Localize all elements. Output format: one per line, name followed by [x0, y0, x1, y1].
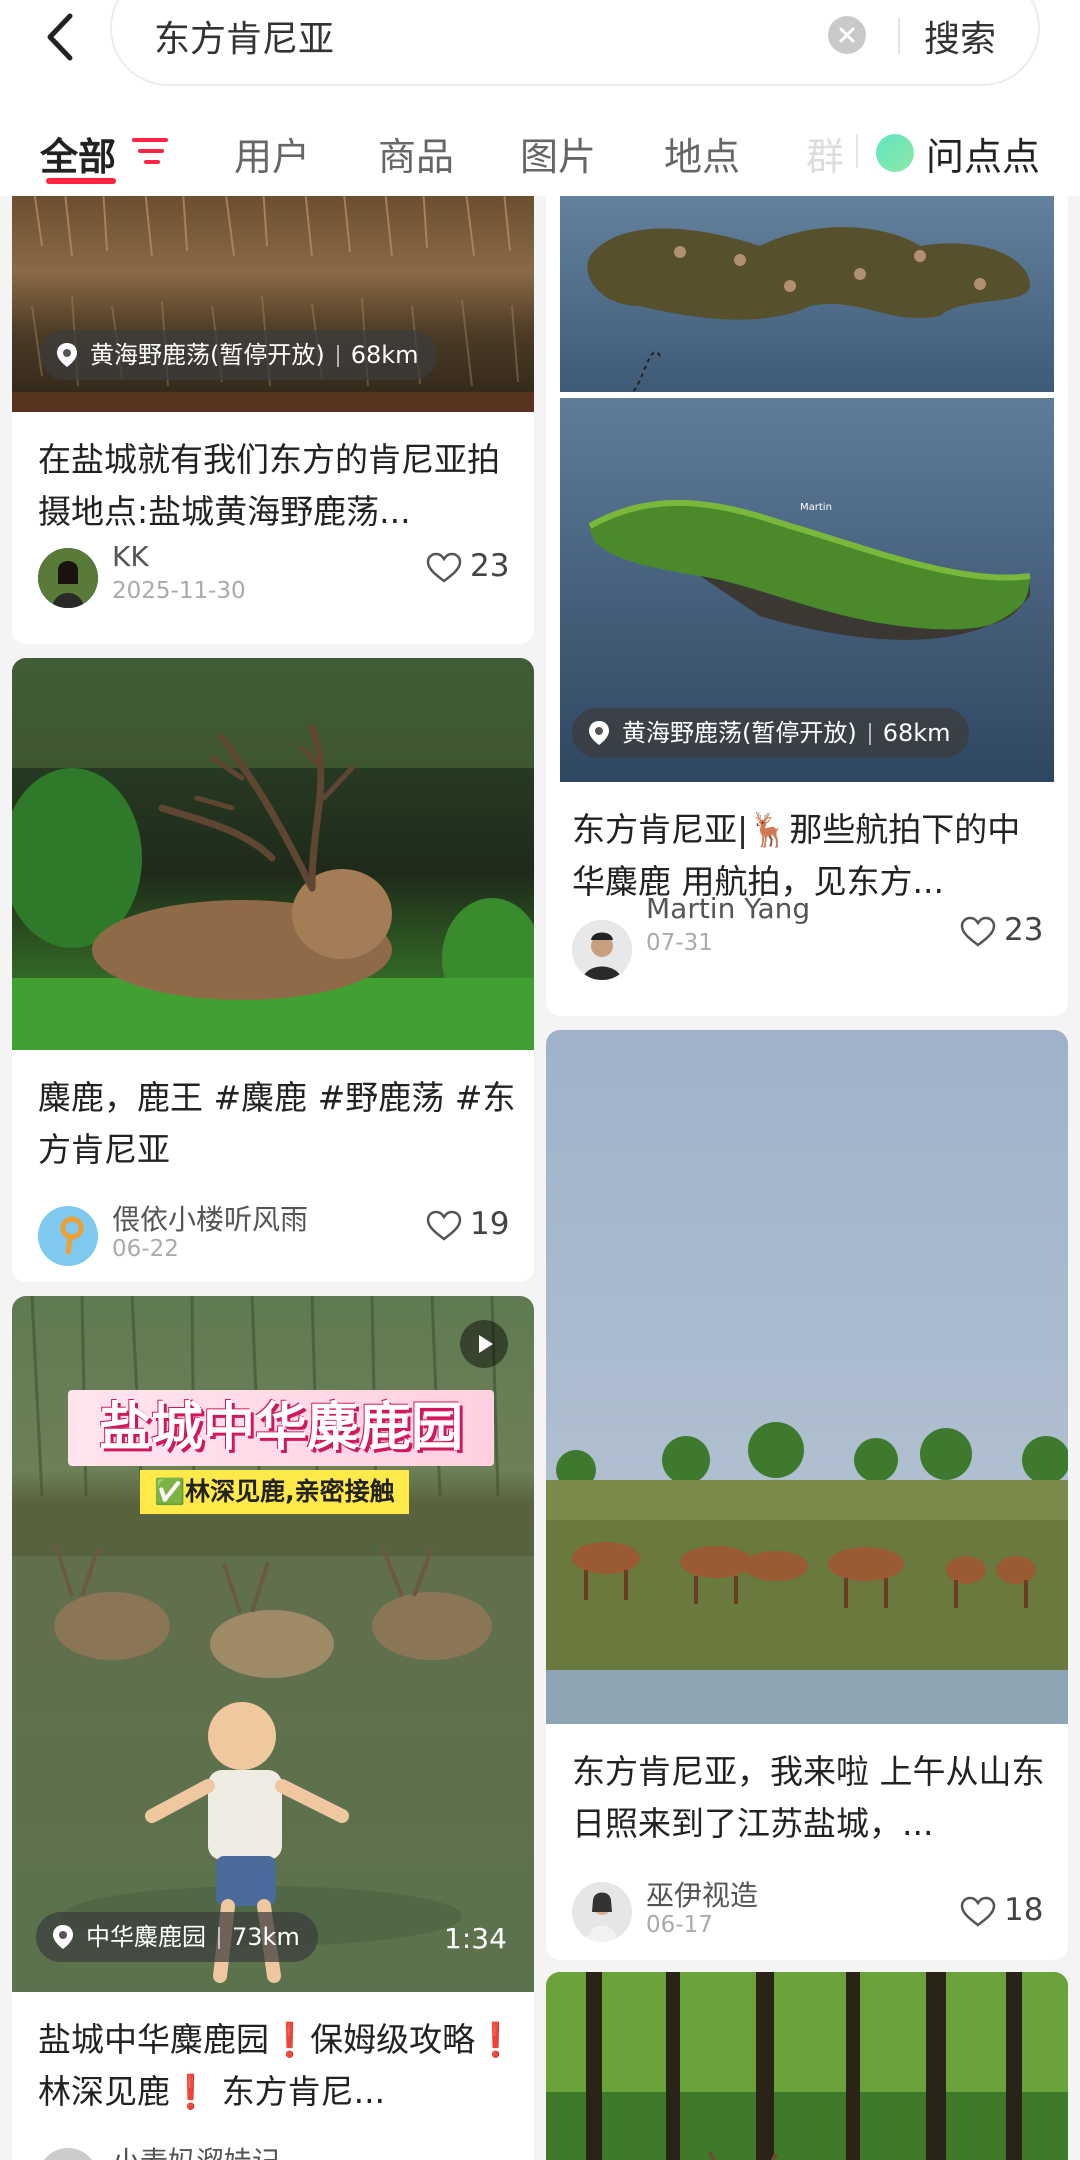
badge-divider	[336, 345, 339, 367]
note-title: 在盐城就有我们东方的肯尼亚拍摄地点:盐城黄海野鹿荡...	[38, 440, 500, 531]
like-button[interactable]: 19	[426, 1206, 526, 1246]
like-button[interactable]: 18	[960, 1892, 1060, 1932]
location-name: 中华麋鹿园	[86, 1923, 206, 1951]
like-count: 18	[1004, 1892, 1044, 1928]
like-button[interactable]: 23	[960, 912, 1060, 952]
note-card[interactable]: Martin Martin 黄海野鹿荡(暂停开放) 68km 东方肯尼亚|🦌那些航…	[546, 196, 1068, 1016]
note-card[interactable]: 东方肯尼亚，我来啦 上午从山东日照来到了江苏盐城，... 巫伊视造 06-17 …	[546, 1030, 1068, 1960]
note-date: 06-17	[646, 1912, 713, 1938]
location-name: 黄海野鹿荡(暂停开放)	[622, 719, 857, 747]
location-pin-icon	[57, 343, 77, 367]
tab-places[interactable]: 地点	[664, 126, 740, 181]
like-count: 23	[470, 548, 510, 584]
avatar[interactable]	[572, 1882, 632, 1942]
avatar[interactable]	[38, 548, 98, 608]
active-tab-underline	[46, 178, 116, 184]
results-feed: 黄海野鹿荡(暂停开放) 68km 在盐城就有我们东方的肯尼亚拍摄地点:盐城黄海野鹿…	[0, 196, 1080, 2160]
note-image	[12, 658, 534, 1050]
cover-title: 盐城中华麋鹿园	[68, 1390, 494, 1466]
tab-users[interactable]: 用户	[234, 126, 310, 181]
author-name[interactable]: 偎依小楼听风雨	[112, 1198, 308, 1238]
filter-icon[interactable]	[132, 136, 168, 166]
like-button[interactable]: 23	[426, 548, 526, 588]
back-button[interactable]	[40, 10, 80, 64]
note-title: 东方肯尼亚|🦌那些航拍下的中华麋鹿 用航拍，见东方...	[572, 810, 1021, 901]
search-results-screen: 东方肯尼亚 搜索 全部 用户 商品 图片 地点 群 问点点 黄海野鹿荡(暂停开放…	[0, 0, 1080, 2160]
note-image	[546, 1972, 1068, 2160]
like-count: 19	[470, 1206, 510, 1242]
author-name[interactable]: 小麦妈溜娃记	[112, 2140, 280, 2160]
play-button[interactable]	[460, 1320, 508, 1368]
note-image: Martin Martin	[560, 196, 1054, 782]
heart-icon	[960, 1896, 996, 1927]
location-pin-icon	[53, 1925, 73, 1949]
note-card[interactable]: 盐城中华麋鹿园 ✅林深见鹿,亲密接触 中华麋鹿园 73km 1:34 盐城中华麋鹿…	[12, 1296, 534, 2160]
tab-products[interactable]: 商品	[378, 126, 454, 181]
search-submit-button[interactable]: 搜索	[924, 10, 996, 62]
ask-label: 问点点	[926, 135, 1041, 179]
filter-tabs: 全部 用户 商品 图片 地点 群 问点点	[0, 116, 1080, 196]
location-distance: 68km	[350, 341, 419, 369]
search-query: 东方肯尼亚	[154, 19, 335, 60]
note-date: 06-22	[112, 1236, 179, 1262]
tab-all[interactable]: 全部	[40, 126, 116, 181]
tab-images[interactable]: 图片	[520, 126, 596, 181]
back-arrow-icon	[47, 13, 73, 61]
ask-bubble-icon	[876, 134, 914, 172]
author-name[interactable]: 巫伊视造	[646, 1874, 758, 1914]
author-name[interactable]: KK	[112, 540, 149, 573]
note-card[interactable]	[546, 1972, 1068, 2160]
location-distance: 73km	[232, 1923, 300, 1951]
avatar[interactable]	[38, 2148, 98, 2160]
play-icon	[479, 1335, 493, 1353]
note-image	[546, 1030, 1068, 1724]
location-name: 黄海野鹿荡(暂停开放)	[90, 341, 325, 369]
image-watermark: Martin	[800, 502, 832, 513]
location-badge[interactable]: 中华麋鹿园 73km	[36, 1912, 318, 1962]
clear-button[interactable]	[828, 16, 866, 54]
badge-divider	[868, 723, 871, 745]
video-duration: 1:34	[444, 1922, 507, 1955]
location-distance: 68km	[882, 719, 951, 747]
like-count: 23	[1004, 912, 1044, 948]
search-input[interactable]: 东方肯尼亚 搜索	[110, 0, 1040, 86]
top-bar: 东方肯尼亚 搜索 全部 用户 商品 图片 地点 群 问点点	[0, 0, 1080, 196]
tab-separator	[856, 134, 858, 168]
avatar[interactable]	[38, 1206, 98, 1266]
author-name[interactable]: Martin Yang	[646, 892, 810, 925]
badge-divider	[218, 1927, 220, 1949]
note-title: 东方肯尼亚，我来啦 上午从山东日照来到了江苏盐城，...	[572, 1752, 1045, 1843]
location-badge[interactable]: 黄海野鹿荡(暂停开放) 68km	[572, 708, 969, 758]
note-title: 盐城中华麋鹿园❗保姆级攻略❗林深见鹿❗ 东方肯尼...	[38, 2020, 517, 2111]
heart-icon	[426, 552, 462, 583]
avatar[interactable]	[572, 920, 632, 980]
note-title: 麋鹿，鹿王 #麋鹿 #野鹿荡 #东方肯尼亚	[38, 1078, 516, 1169]
note-date: 07-31	[646, 930, 713, 956]
note-card[interactable]: 麋鹿，鹿王 #麋鹿 #野鹿荡 #东方肯尼亚 偎依小楼听风雨 06-22 19	[12, 658, 534, 1282]
tab-groups[interactable]: 群	[806, 126, 844, 181]
cover-tag: ✅林深见鹿,亲密接触	[140, 1470, 409, 1514]
note-card[interactable]: 黄海野鹿荡(暂停开放) 68km 在盐城就有我们东方的肯尼亚拍摄地点:盐城黄海野鹿…	[12, 196, 534, 644]
search-divider	[898, 18, 900, 54]
heart-icon	[426, 1210, 462, 1241]
clear-icon	[839, 27, 855, 43]
location-pin-icon	[589, 721, 609, 745]
heart-icon	[960, 916, 996, 947]
note-date: 2025-11-30	[112, 578, 246, 604]
location-badge[interactable]: 黄海野鹿荡(暂停开放) 68km	[40, 330, 437, 380]
